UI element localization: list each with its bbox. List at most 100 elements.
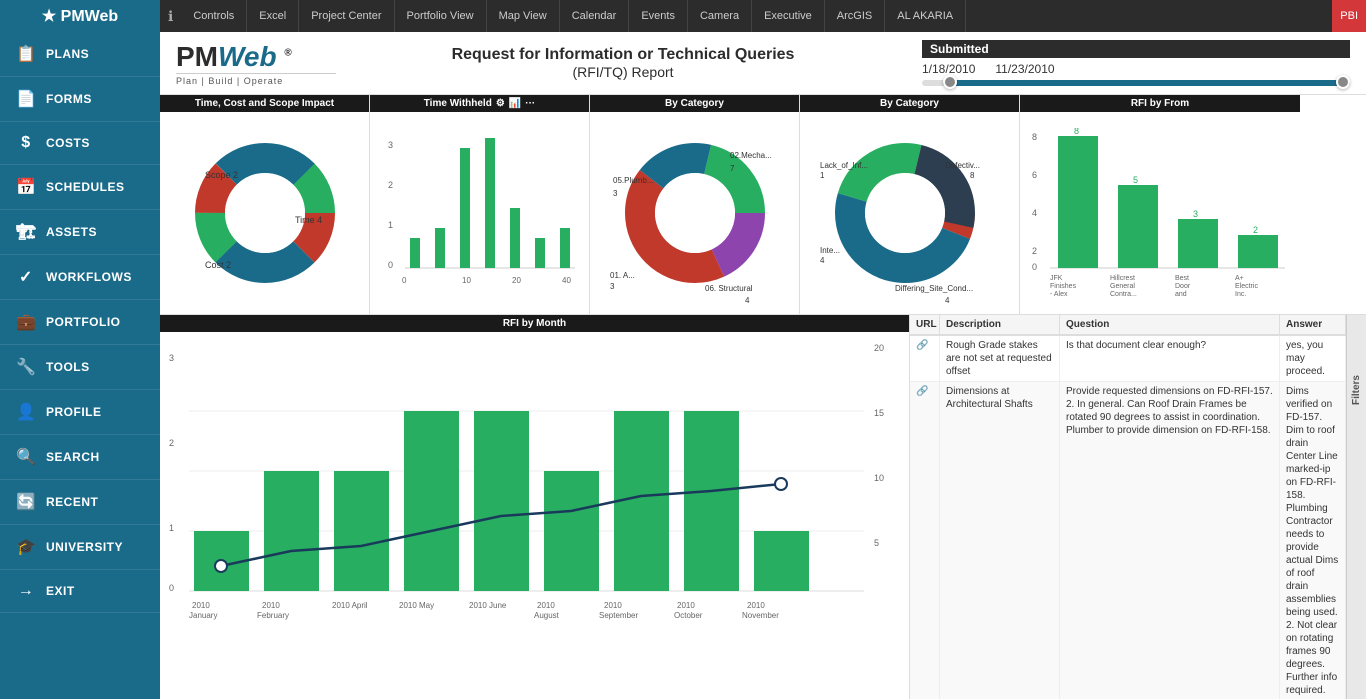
chart4-header: By Category	[800, 95, 1019, 112]
sidebar-label-costs: COSTS	[46, 136, 90, 150]
svg-text:3: 3	[610, 282, 615, 291]
nav-pbi[interactable]: PBI	[1332, 0, 1366, 32]
cell-url-2[interactable]: 🔗	[910, 382, 940, 699]
svg-text:February: February	[257, 611, 289, 620]
svg-text:8: 8	[1032, 132, 1037, 142]
nav-al-akaria[interactable]: AL AKARIA	[885, 0, 966, 32]
slider-thumb-right[interactable]	[1336, 75, 1350, 89]
svg-text:Electric: Electric	[1235, 283, 1258, 290]
svg-text:Inc.: Inc.	[1235, 291, 1246, 298]
svg-text:2010: 2010	[604, 601, 622, 610]
slider-thumb-left[interactable]	[943, 75, 957, 89]
svg-text:1: 1	[169, 523, 174, 533]
svg-text:1: 1	[388, 220, 393, 230]
nav-excel[interactable]: Excel	[247, 0, 299, 32]
table-header: URL Description Question Answer	[910, 315, 1346, 336]
svg-text:8: 8	[970, 171, 975, 180]
date-slider[interactable]	[922, 80, 1350, 86]
sidebar: 📋 PLANS 📄 FORMS $ COSTS 📅 SCHEDULES 🏗 AS…	[0, 32, 160, 699]
nav-calendar[interactable]: Calendar	[560, 0, 630, 32]
col-answer: Answer	[1280, 315, 1346, 334]
nav-events[interactable]: Events	[629, 0, 688, 32]
svg-text:November: November	[742, 611, 779, 620]
sidebar-item-search[interactable]: 🔍 SEARCH	[0, 435, 160, 480]
svg-text:- Alex: - Alex	[1050, 291, 1068, 298]
pm-logo: PMWeb ® Plan | Build | Operate	[176, 41, 336, 86]
sidebar-item-schedules[interactable]: 📅 SCHEDULES	[0, 165, 160, 210]
cell-question-2: Provide requested dimensions on FD-RFI-1…	[1060, 382, 1280, 699]
report-title: Request for Information or Technical Que…	[336, 46, 910, 80]
sidebar-item-university[interactable]: 🎓 UNIVERSITY	[0, 525, 160, 570]
table-body: 🔗 Rough Grade stakes are not set at requ…	[910, 336, 1346, 699]
sidebar-item-costs[interactable]: $ COSTS	[0, 122, 160, 165]
costs-icon: $	[16, 134, 36, 152]
cell-question-1: Is that document clear enough?	[1060, 336, 1280, 381]
nav-map-view[interactable]: Map View	[487, 0, 560, 32]
chart1-header: Time, Cost and Scope Impact	[160, 95, 369, 112]
filter-icon[interactable]: ⚙	[496, 98, 505, 109]
cell-desc-2: Dimensions at Architectural Shafts	[940, 382, 1060, 699]
filters-panel[interactable]: Filters	[1346, 315, 1366, 699]
svg-text:2010 May: 2010 May	[399, 601, 434, 610]
svg-text:2010: 2010	[747, 601, 765, 610]
nav-controls[interactable]: Controls	[181, 0, 247, 32]
svg-text:Cost 2: Cost 2	[205, 260, 231, 270]
svg-text:1: 1	[820, 171, 825, 180]
search-icon: 🔍	[16, 447, 36, 467]
table-panel: URL Description Question Answer 🔗 Rough …	[910, 315, 1346, 699]
nav-items: Controls Excel Project Center Portfolio …	[181, 0, 1332, 32]
donut-chart-4: Lack_of_Inf... 1 Defectiv... 8 Inte... 4…	[815, 123, 1005, 303]
sidebar-label-tools: TOOLS	[46, 360, 90, 374]
sidebar-item-exit[interactable]: → EXIT	[0, 570, 160, 613]
nav-camera[interactable]: Camera	[688, 0, 752, 32]
more-icon[interactable]: ···	[525, 98, 535, 109]
university-icon: 🎓	[16, 537, 36, 557]
sidebar-item-workflows[interactable]: ✓ WORKFLOWS	[0, 255, 160, 300]
sidebar-item-plans[interactable]: 📋 PLANS	[0, 32, 160, 77]
date-from: 1/18/2010	[922, 62, 975, 76]
svg-text:2: 2	[1032, 246, 1037, 256]
svg-text:0: 0	[402, 276, 407, 285]
workflows-icon: ✓	[16, 267, 36, 287]
svg-text:2: 2	[388, 180, 393, 190]
sidebar-item-recent[interactable]: 🔄 RECENT	[0, 480, 160, 525]
chart5-body: 8 6 4 2 0 8 5 3	[1020, 112, 1300, 314]
sidebar-item-portfolio[interactable]: 💼 PORTFOLIO	[0, 300, 160, 345]
chart5-title: RFI by From	[1131, 98, 1189, 109]
rfi-month-chart: 3 2 1 0 20 15 10 5	[164, 336, 894, 626]
chart4-title: By Category	[880, 98, 939, 109]
table-row: 🔗 Rough Grade stakes are not set at requ…	[910, 336, 1346, 382]
sidebar-label-recent: RECENT	[46, 495, 98, 509]
nav-project-center[interactable]: Project Center	[299, 0, 394, 32]
report-title-sub: (RFI/TQ) Report	[336, 64, 910, 80]
filters-label[interactable]: Filters	[1351, 375, 1362, 405]
chart1-title: Time, Cost and Scope Impact	[195, 98, 334, 109]
sidebar-item-assets[interactable]: 🏗 ASSETS	[0, 210, 160, 255]
donut-chart-3: 05.Plumb... 02.Mecha... 7 3 01. A... 3 0…	[605, 123, 785, 303]
export-icon[interactable]: 📊	[509, 98, 521, 109]
nav-arcgis[interactable]: ArcGIS	[825, 0, 885, 32]
svg-text:20: 20	[512, 276, 521, 285]
col-description: Description	[940, 315, 1060, 334]
svg-text:5: 5	[874, 538, 879, 548]
col-question: Question	[1060, 315, 1280, 334]
sidebar-label-university: UNIVERSITY	[46, 540, 123, 554]
nav-portfolio-view[interactable]: Portfolio View	[395, 0, 487, 32]
sidebar-label-workflows: WORKFLOWS	[46, 270, 132, 284]
info-icon[interactable]: ℹ	[160, 8, 181, 25]
sidebar-label-portfolio: PORTFOLIO	[46, 315, 121, 329]
rfi-month-body: 3 2 1 0 20 15 10 5	[160, 332, 909, 699]
main-layout: 📋 PLANS 📄 FORMS $ COSTS 📅 SCHEDULES 🏗 AS…	[0, 32, 1366, 699]
sidebar-label-profile: PROFILE	[46, 405, 102, 419]
sidebar-item-tools[interactable]: 🔧 TOOLS	[0, 345, 160, 390]
chart-by-category-1: By Category 05.Plumb...	[590, 95, 800, 314]
sidebar-item-forms[interactable]: 📄 FORMS	[0, 77, 160, 122]
svg-text:2010 June: 2010 June	[469, 601, 507, 610]
table-row: 🔗 Dimensions at Architectural Shafts Pro…	[910, 382, 1346, 699]
svg-text:2010 April: 2010 April	[332, 601, 368, 610]
bottom-section: RFI by Month 3 2 1 0 20 15 10 5	[160, 315, 1366, 699]
cell-url-1[interactable]: 🔗	[910, 336, 940, 381]
svg-text:10: 10	[462, 276, 471, 285]
sidebar-item-profile[interactable]: 👤 PROFILE	[0, 390, 160, 435]
nav-executive[interactable]: Executive	[752, 0, 825, 32]
